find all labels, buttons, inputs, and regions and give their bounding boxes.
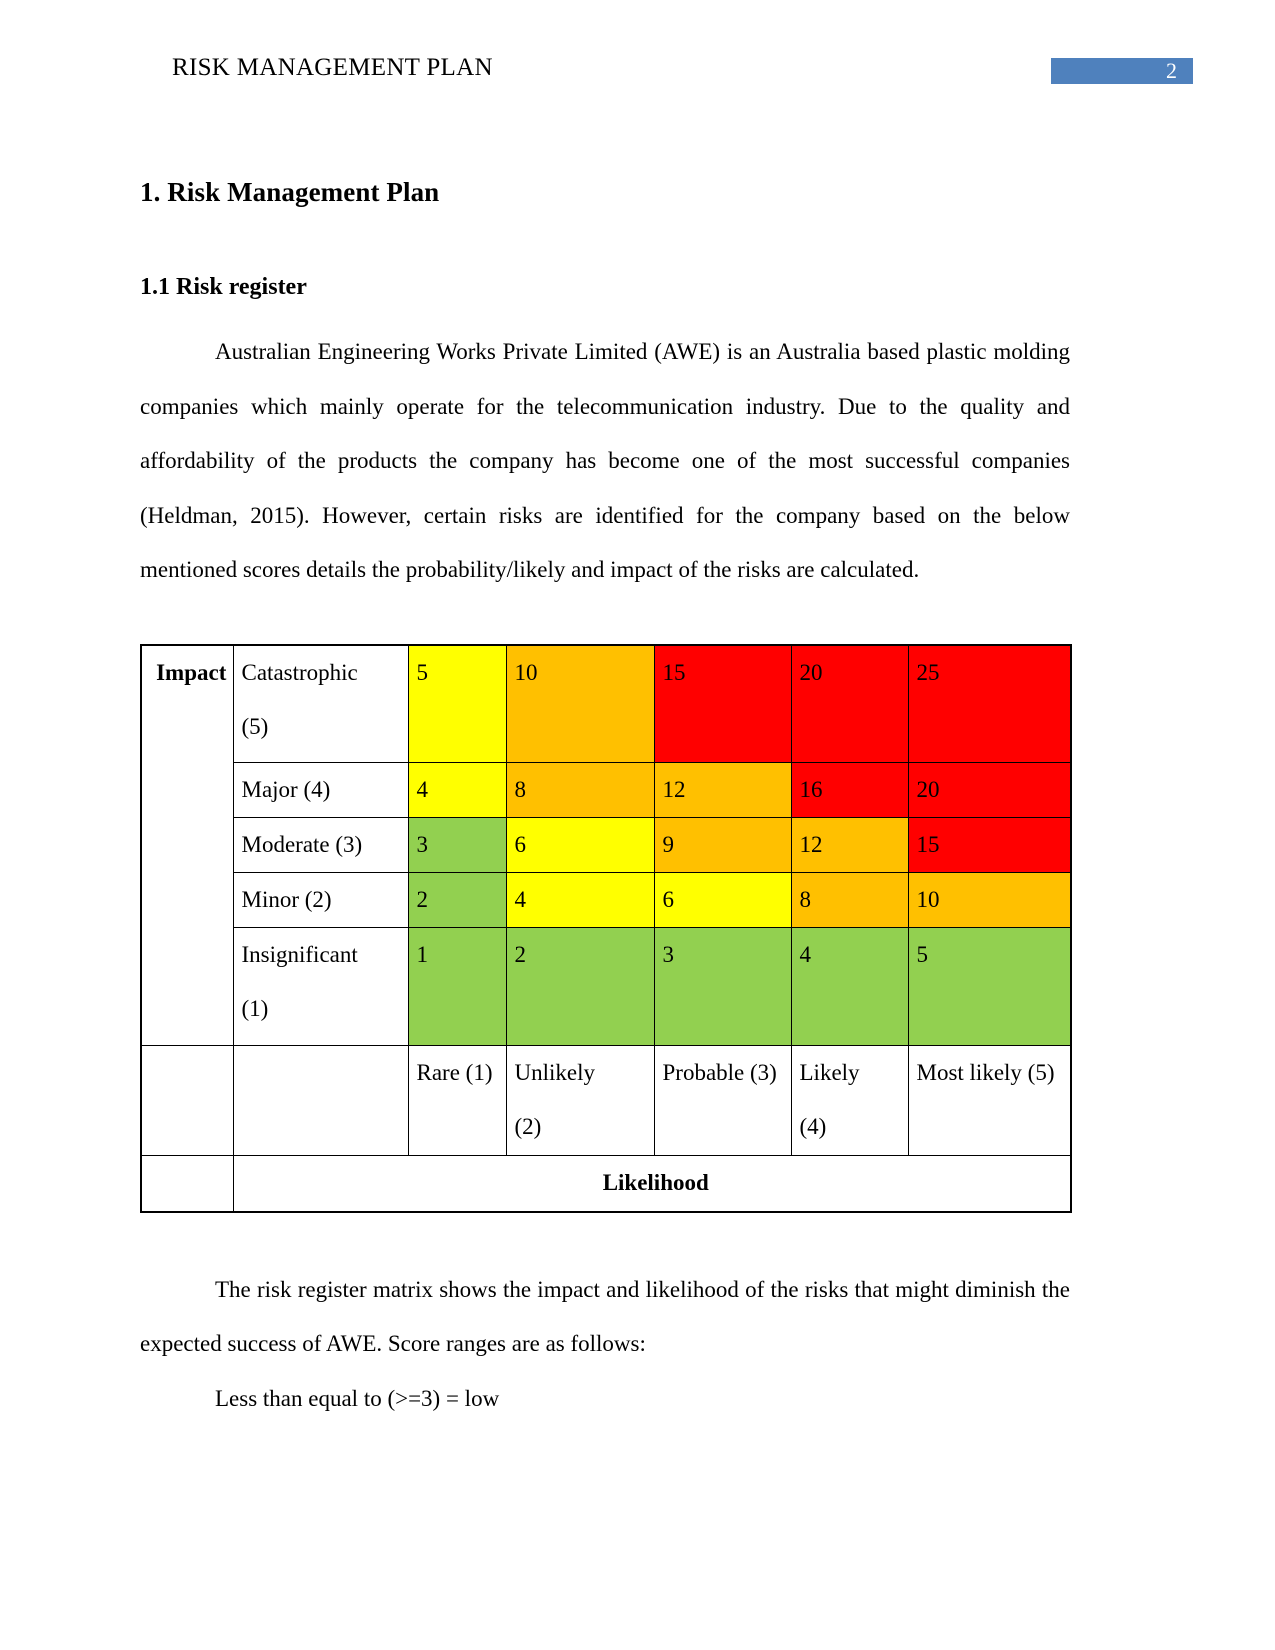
- table-row: Insignificant (1) 1 2 3 4 5: [141, 927, 1072, 1046]
- page-number: 2: [1166, 58, 1177, 83]
- table-row: Rare (1) Unlikely (2) Probable (3) Likely…: [140, 1045, 1072, 1156]
- matrix-cell: 4: [505, 872, 655, 928]
- matrix-cell: 25: [907, 644, 1072, 763]
- header-title: RISK MANAGEMENT PLAN: [172, 54, 493, 81]
- matrix-cell: 15: [653, 644, 792, 763]
- section-heading-risk-register: 1.1 Risk register: [140, 274, 307, 300]
- likelihood-level-most-likely: Most likely (5): [907, 1045, 1072, 1156]
- matrix-corner-blank-left: [140, 1045, 234, 1156]
- matrix-corner-blank: [232, 1045, 409, 1156]
- likelihood-level-likely: Likely (4): [790, 1045, 909, 1156]
- page-number-badge: 2: [1051, 58, 1193, 84]
- table-row: Major (4) 4 8 12 16 20: [141, 762, 1072, 818]
- table-row: Impact Catastrophic (5) 5 10 15 20 25: [140, 644, 1072, 1046]
- matrix-cell: 12: [790, 817, 909, 873]
- likelihood-axis-label: Likelihood: [232, 1155, 1072, 1212]
- likelihood-level-probable: Probable (3): [653, 1045, 792, 1156]
- impact-level-major: Major (4): [232, 762, 409, 818]
- matrix-cell: 3: [407, 817, 507, 873]
- matrix-cell: 20: [790, 644, 909, 763]
- matrix-cell: 5: [907, 927, 1072, 1046]
- matrix-cell: 15: [907, 817, 1072, 873]
- matrix-cell: 9: [653, 817, 792, 873]
- impact-level-moderate: Moderate (3): [232, 817, 409, 873]
- matrix-cell: 12: [653, 762, 792, 818]
- document-page: RISK MANAGEMENT PLAN 2 1. Risk Managemen…: [0, 0, 1275, 1650]
- intro-paragraph: Australian Engineering Works Private Lim…: [140, 339, 1070, 582]
- impact-level-insignificant: Insignificant (1): [232, 927, 409, 1046]
- matrix-description-paragraph: The risk register matrix shows the impac…: [140, 1276, 1070, 1357]
- page-header: RISK MANAGEMENT PLAN 2: [0, 52, 1275, 92]
- matrix-cell: 6: [505, 817, 655, 873]
- matrix-cell: 20: [907, 762, 1072, 818]
- table-row: Minor (2) 2 4 6 8 10: [141, 872, 1072, 928]
- impact-axis-label: Impact: [140, 644, 234, 1046]
- likelihood-level-rare: Rare (1): [407, 1045, 507, 1156]
- risk-matrix-container: Impact Catastrophic (5) 5 10 15 20 25 Maj…: [140, 643, 1072, 1213]
- matrix-cell: 6: [653, 872, 792, 928]
- matrix-cell: 10: [505, 644, 655, 763]
- matrix-cell: 10: [907, 872, 1072, 928]
- risk-matrix-table: Impact Catastrophic (5) 5 10 15 20 25 Maj…: [140, 643, 1072, 1213]
- matrix-cell: 3: [653, 927, 792, 1046]
- table-row: Likelihood: [140, 1155, 1072, 1212]
- table-row: Moderate (3) 3 6 9 12 15: [141, 817, 1072, 873]
- impact-level-catastrophic: Catastrophic (5): [232, 644, 409, 763]
- matrix-cell: 8: [505, 762, 655, 818]
- document-body: 1. Risk Management Plan 1.1 Risk registe…: [140, 175, 1072, 1426]
- impact-level-minor: Minor (2): [232, 872, 409, 928]
- matrix-cell: 2: [407, 872, 507, 928]
- matrix-cell: 16: [790, 762, 909, 818]
- score-range-low-line: Less than equal to (>=3) = low: [215, 1385, 500, 1411]
- matrix-cell: 5: [407, 644, 507, 763]
- matrix-cell: 1: [407, 927, 507, 1046]
- likelihood-level-unlikely: Unlikely (2): [505, 1045, 655, 1156]
- matrix-footer-blank: [140, 1155, 234, 1212]
- matrix-cell: 4: [790, 927, 909, 1046]
- matrix-cell: 2: [505, 927, 655, 1046]
- matrix-cell: 4: [407, 762, 507, 818]
- matrix-cell: 8: [790, 872, 909, 928]
- page-title: 1. Risk Management Plan: [140, 177, 440, 207]
